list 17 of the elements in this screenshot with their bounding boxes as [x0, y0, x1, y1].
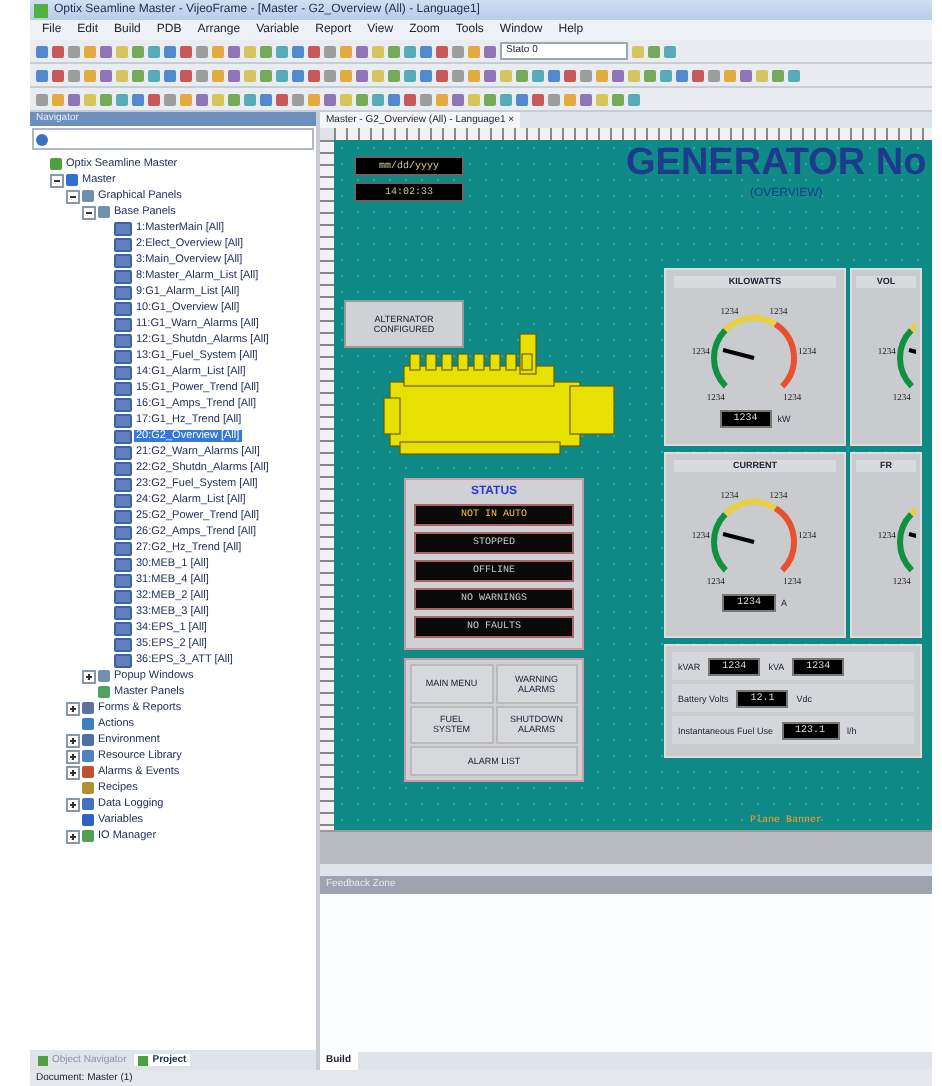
- collapse-icon[interactable]: [66, 189, 80, 203]
- expand-icon[interactable]: [66, 701, 80, 715]
- expand-icon[interactable]: [66, 829, 80, 843]
- expand-icon[interactable]: [66, 765, 80, 779]
- horizontal-scrollbar[interactable]: [320, 830, 932, 864]
- app-icon: [34, 3, 48, 17]
- globe-icon: [36, 133, 48, 145]
- collapse-icon[interactable]: [50, 173, 64, 187]
- expand-icon[interactable]: [82, 669, 96, 683]
- gauge-drawing: [711, 315, 797, 389]
- collapse-icon[interactable]: [82, 205, 96, 219]
- screen-title: GENERATOR No: [626, 144, 927, 184]
- search-field[interactable]: [32, 128, 314, 150]
- expand-icon[interactable]: [66, 797, 80, 811]
- expand-icon[interactable]: [66, 749, 80, 763]
- expand-icon[interactable]: [66, 733, 80, 747]
- gauge-drawing: [711, 499, 797, 573]
